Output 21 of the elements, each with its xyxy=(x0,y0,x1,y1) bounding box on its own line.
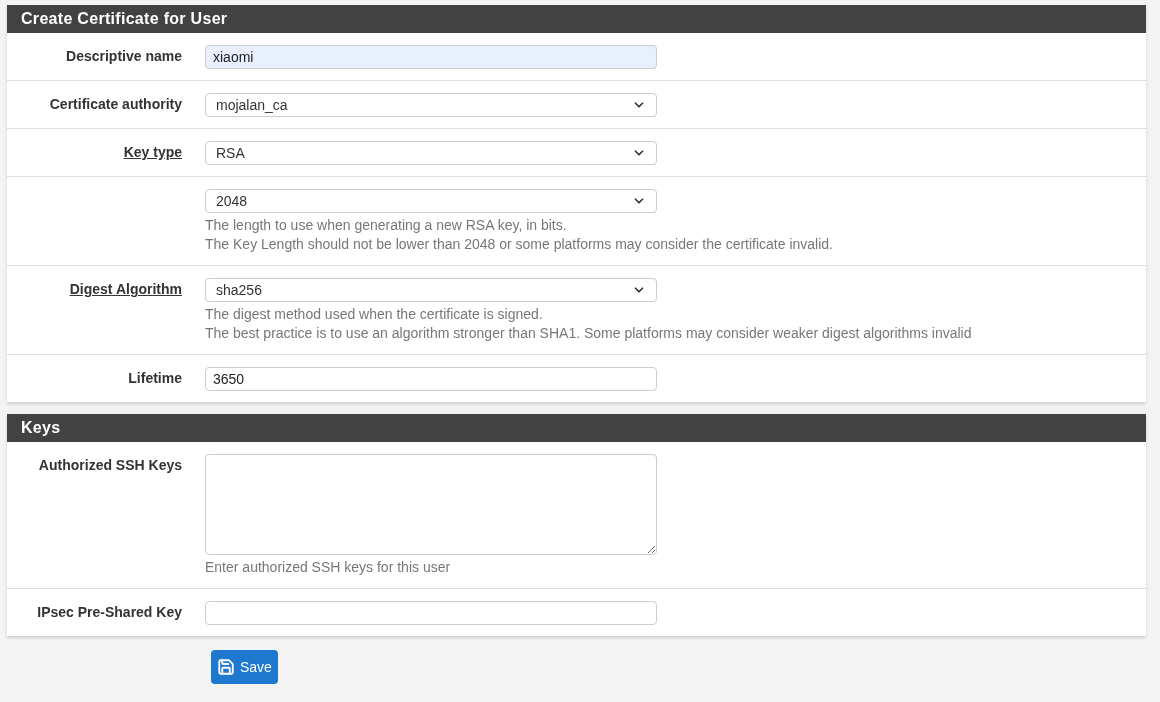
panel-title: Keys xyxy=(21,418,61,438)
field-label: Lifetime xyxy=(128,369,182,388)
help-text: The digest method used when the certificate is signed. xyxy=(205,305,544,324)
field-label: Authorized SSH Keys xyxy=(38,456,182,475)
select-field[interactable]: mojalan_ca xyxy=(205,93,657,117)
help-text: Enter authorized SSH keys for this user xyxy=(205,558,452,577)
help-text: The best practice is to use an algorithm stronger than SHA1. Some platforms may consider weaker digest algorithms invalid xyxy=(205,324,972,343)
save-button[interactable]: Save xyxy=(211,650,278,684)
field-label: IPsec Pre-Shared Key xyxy=(37,603,182,622)
field-label[interactable]: Digest Algorithm xyxy=(69,279,182,299)
select-field[interactable]: sha256 xyxy=(205,278,657,302)
help-text: The Key Length should not be lower than 2048 or some platforms may consider the certificate invalid. xyxy=(205,235,833,254)
field-label[interactable]: Key type xyxy=(123,142,182,162)
help-text: The length to use when generating a new RSA key, in bits. xyxy=(205,216,568,235)
text-field[interactable]: xiaomi xyxy=(205,45,657,69)
panel-title: Create Certificate for User xyxy=(21,9,228,29)
text-field[interactable]: 3650 xyxy=(205,367,657,391)
field-label: Certificate authority xyxy=(49,95,182,114)
select-field[interactable]: 2048 xyxy=(205,189,657,213)
select-field[interactable]: RSA xyxy=(205,141,657,165)
field-label: Descriptive name xyxy=(66,47,182,66)
